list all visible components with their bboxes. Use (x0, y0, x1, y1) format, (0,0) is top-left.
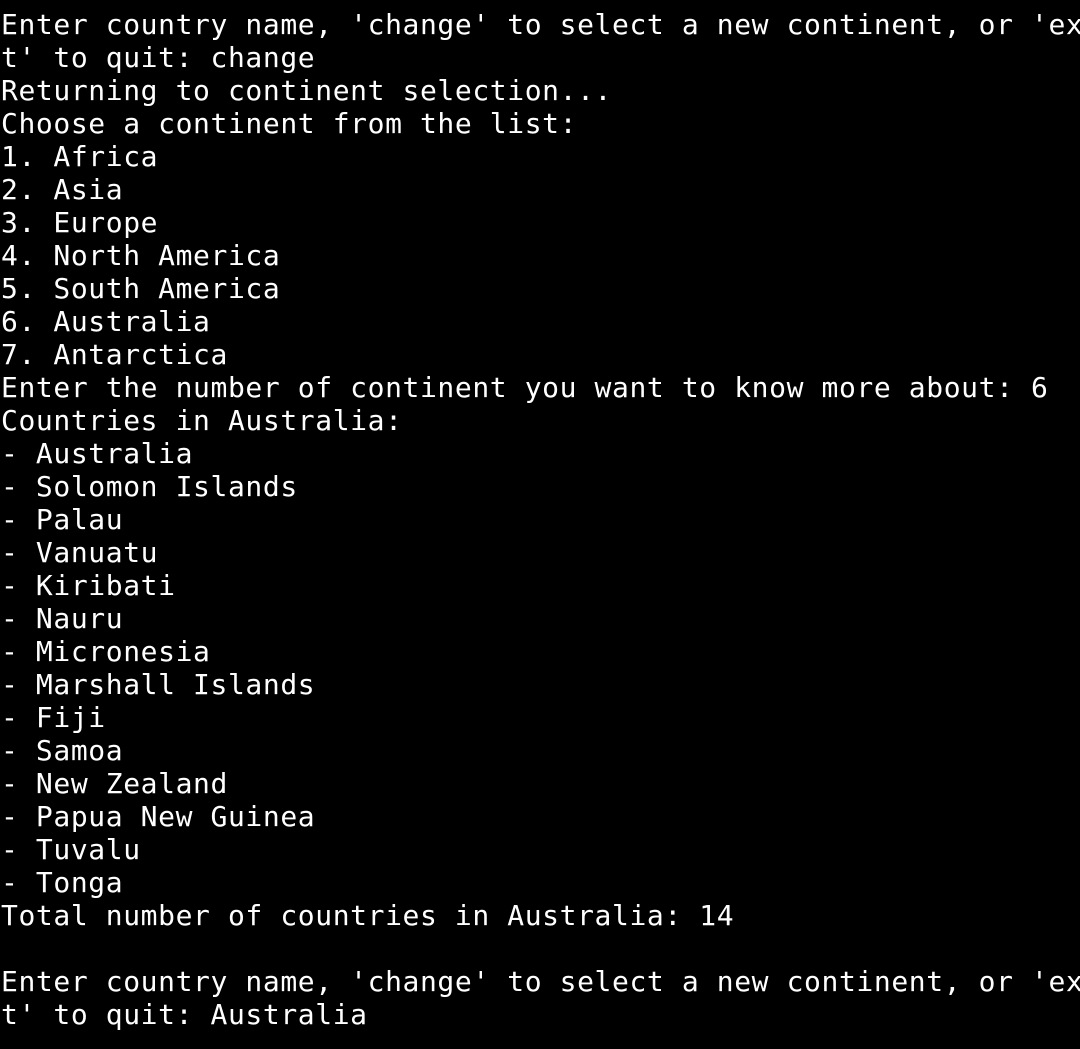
continent-option: 3. Europe (1, 206, 159, 239)
country-item: - Samoa (1, 734, 124, 767)
country-item: - Tuvalu (1, 833, 141, 866)
country-item: - Nauru (1, 602, 124, 635)
prompt-input-line: t' to quit: change (1, 41, 316, 74)
total-count-line: Total number of countries in Australia: … (1, 899, 735, 932)
country-item: - New Zealand (1, 767, 228, 800)
output-line: Returning to continent selection... (1, 74, 613, 107)
continent-option: 7. Antarctica (1, 338, 228, 371)
country-item: - Tonga (1, 866, 124, 899)
country-item: - Kiribati (1, 569, 176, 602)
continent-option: 5. South America (1, 272, 281, 305)
terminal-window[interactable]: Enter country name, 'change' to select a… (0, 0, 1080, 1049)
continent-option: 6. Australia (1, 305, 211, 338)
continent-option: 2. Asia (1, 173, 124, 206)
continent-option: 1. Africa (1, 140, 159, 173)
prompt-line: Enter country name, 'change' to select a… (1, 8, 1080, 41)
country-item: - Fiji (1, 701, 106, 734)
output-line: Choose a continent from the list: (1, 107, 578, 140)
country-item: - Papua New Guinea (1, 800, 316, 833)
country-item: - Vanuatu (1, 536, 159, 569)
country-item: - Palau (1, 503, 124, 536)
country-item: - Marshall Islands (1, 668, 316, 701)
output-line: Countries in Australia: (1, 404, 403, 437)
prompt-line: Enter country name, 'change' to select a… (1, 965, 1080, 998)
prompt-input-line: Enter the number of continent you want t… (1, 371, 1049, 404)
country-item: - Micronesia (1, 635, 211, 668)
prompt-input-line[interactable]: t' to quit: Australia (0, 998, 1080, 1031)
country-item: - Australia (1, 437, 194, 470)
country-item: - Solomon Islands (1, 470, 298, 503)
continent-option: 4. North America (1, 239, 281, 272)
